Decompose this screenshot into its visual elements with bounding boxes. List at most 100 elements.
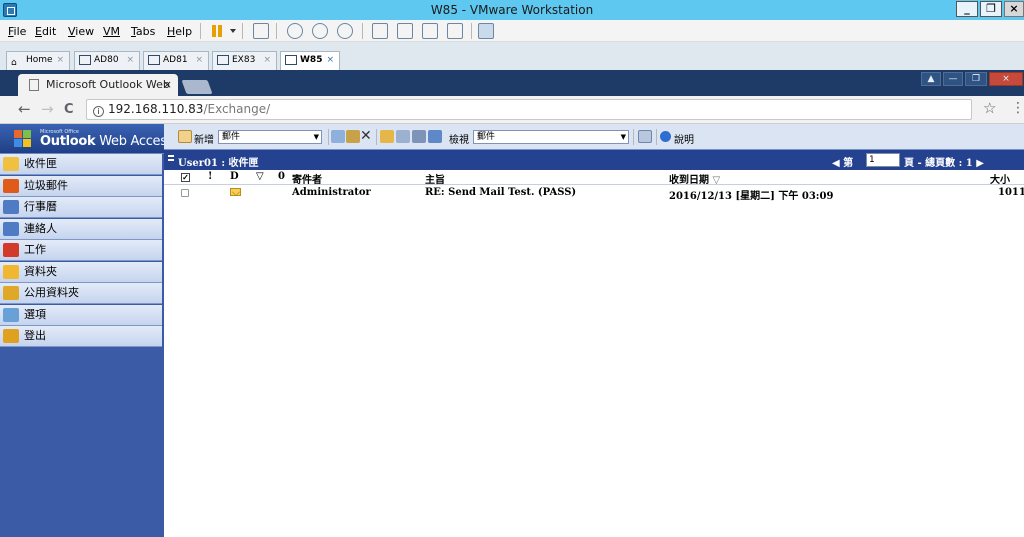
site-info-icon[interactable]: i	[93, 106, 104, 117]
browser-maximize-button[interactable]: ❐	[965, 72, 987, 86]
column-type[interactable]: D	[230, 171, 239, 182]
view-select[interactable]: 郵件	[473, 130, 629, 144]
back-button[interactable]: ←	[18, 100, 31, 118]
sidebar-item-label: 資料夾	[24, 264, 57, 278]
sidebar-item-label: 選項	[24, 307, 46, 321]
browser-tab-close-icon[interactable]: ×	[163, 74, 172, 96]
bookmark-star-icon[interactable]: ☆	[983, 99, 996, 117]
toolbar-separator	[362, 23, 363, 39]
owa-logo: Microsoft Office Outlook Web Access	[0, 124, 174, 154]
sidebar-item-calendar[interactable]: 行事曆	[0, 197, 162, 218]
forward-button[interactable]: →	[41, 100, 54, 118]
column-from[interactable]: 寄件者	[292, 171, 322, 186]
tab-close-icon[interactable]: ×	[195, 52, 203, 69]
page-total[interactable]: 頁 - 總頁數 : 1 ▶	[904, 154, 984, 169]
maximize-button[interactable]: ❐	[980, 1, 1002, 17]
column-attachment[interactable]: 0	[278, 171, 285, 182]
help-icon[interactable]	[660, 131, 671, 142]
sidebar-item-public-folder[interactable]: 公用資料夾	[0, 283, 162, 304]
find-icon[interactable]	[396, 130, 410, 143]
tab-ad80[interactable]: AD80 ×	[74, 51, 140, 70]
console-view-icon[interactable]	[478, 23, 494, 39]
window-title: W85 - VMware Workstation	[430, 3, 594, 17]
menu-help[interactable]: Help	[167, 25, 192, 38]
move-to-folder-icon[interactable]	[331, 130, 345, 143]
new-tab-button[interactable]	[181, 80, 213, 94]
tab-close-icon[interactable]: ×	[126, 52, 134, 69]
browser-close-button[interactable]: ×	[989, 72, 1023, 86]
sidebar-item-options[interactable]: 選項	[0, 304, 162, 326]
delete-icon[interactable]: ✕	[360, 128, 374, 144]
tab-w85[interactable]: W85 ×	[280, 51, 340, 70]
menu-vm[interactable]: VM	[103, 25, 120, 38]
junk-mail-icon	[3, 178, 19, 193]
toolbar-separator	[200, 23, 201, 39]
reading-pane-icon[interactable]	[638, 130, 652, 143]
sidebar-item-contacts[interactable]: 連絡人	[0, 218, 162, 240]
close-button[interactable]: ×	[1004, 1, 1024, 17]
minimize-button[interactable]: _	[956, 1, 978, 17]
column-received[interactable]: 收到日期 ▽	[669, 171, 720, 186]
address-book-icon[interactable]	[412, 130, 426, 143]
sidebar-item-tasks[interactable]: 工作	[0, 240, 162, 261]
flag-icon[interactable]	[428, 130, 442, 143]
unity-icon[interactable]	[447, 23, 463, 39]
sidebar-item-label: 行事曆	[24, 200, 57, 213]
column-importance[interactable]: !	[208, 171, 212, 182]
calendar-icon	[3, 200, 19, 214]
tab-close-icon[interactable]: ×	[56, 52, 64, 69]
copy-to-folder-icon[interactable]	[346, 130, 360, 143]
tab-ad81[interactable]: AD81 ×	[143, 51, 209, 70]
check-messages-icon[interactable]	[380, 130, 394, 143]
new-message-icon[interactable]	[178, 130, 192, 143]
browser-minimize-button[interactable]: —	[943, 72, 963, 86]
new-item-type-select[interactable]: 郵件	[218, 130, 322, 144]
column-size[interactable]: 大小	[990, 171, 1010, 186]
tasks-icon	[3, 243, 19, 257]
menu-view[interactable]: View	[68, 25, 94, 38]
tab-label: Home	[26, 55, 53, 65]
thumbnail-bar-icon[interactable]	[397, 23, 413, 39]
revert-snapshot-icon[interactable]	[312, 23, 328, 39]
message-checkbox[interactable]	[181, 189, 189, 197]
snapshot-manager-icon[interactable]	[337, 23, 353, 39]
sidebar-item-logoff[interactable]: 登出	[0, 326, 162, 347]
menu-tabs[interactable]: Tabs	[131, 25, 155, 38]
options-icon	[3, 307, 19, 322]
folder-menu-icon[interactable]	[168, 155, 174, 161]
page-number-input[interactable]: 1	[866, 153, 900, 167]
address-bar[interactable]: i 192.168.110.83/Exchange/	[86, 99, 972, 120]
sidebar-item-junk-mail[interactable]: 垃圾郵件	[0, 175, 162, 197]
table-row[interactable]: Administrator RE: Send Mail Test. (PASS)…	[164, 186, 1024, 202]
sidebar-item-folder[interactable]: 資料夾	[0, 261, 162, 283]
menu-edit[interactable]: Edit	[35, 25, 56, 38]
browser-menu-icon[interactable]: ⋮	[1011, 100, 1024, 116]
column-subject[interactable]: 主旨	[425, 171, 445, 186]
snapshot-icon[interactable]	[287, 23, 303, 39]
page-icon	[29, 79, 39, 91]
pause-icon[interactable]	[210, 23, 226, 39]
new-label[interactable]: 新增	[194, 131, 214, 146]
tab-home[interactable]: ⌂ Home ×	[6, 51, 70, 70]
send-ctrl-alt-del-icon[interactable]	[253, 23, 269, 39]
sidebar-item-inbox[interactable]: 收件匣	[0, 154, 162, 175]
select-all-checkbox[interactable]: ✓	[181, 173, 190, 182]
message-received: 2016/12/13 [星期二] 下午 03:09	[669, 191, 834, 202]
menu-file[interactable]: File	[8, 25, 26, 38]
help-label[interactable]: 說明	[674, 131, 694, 146]
tab-close-icon[interactable]: ×	[326, 52, 334, 69]
full-screen-icon[interactable]	[422, 23, 438, 39]
profile-icon[interactable]: ▲	[921, 72, 941, 86]
envelope-read-icon	[230, 188, 241, 196]
power-dropdown-icon[interactable]	[230, 29, 236, 33]
message-subject[interactable]: RE: Send Mail Test. (PASS)	[425, 187, 576, 198]
tab-ex83[interactable]: EX83 ×	[212, 51, 277, 70]
column-flag[interactable]: ▽	[256, 171, 264, 182]
browser-tab-owa[interactable]: Microsoft Outlook Web ×	[18, 74, 178, 96]
tab-close-icon[interactable]: ×	[263, 52, 271, 69]
vm-icon	[217, 55, 229, 65]
previous-page-button[interactable]: ◀ 第	[832, 154, 853, 169]
show-library-icon[interactable]	[372, 23, 388, 39]
toolbar-separator	[471, 23, 472, 39]
reload-button[interactable]: C	[64, 102, 74, 117]
